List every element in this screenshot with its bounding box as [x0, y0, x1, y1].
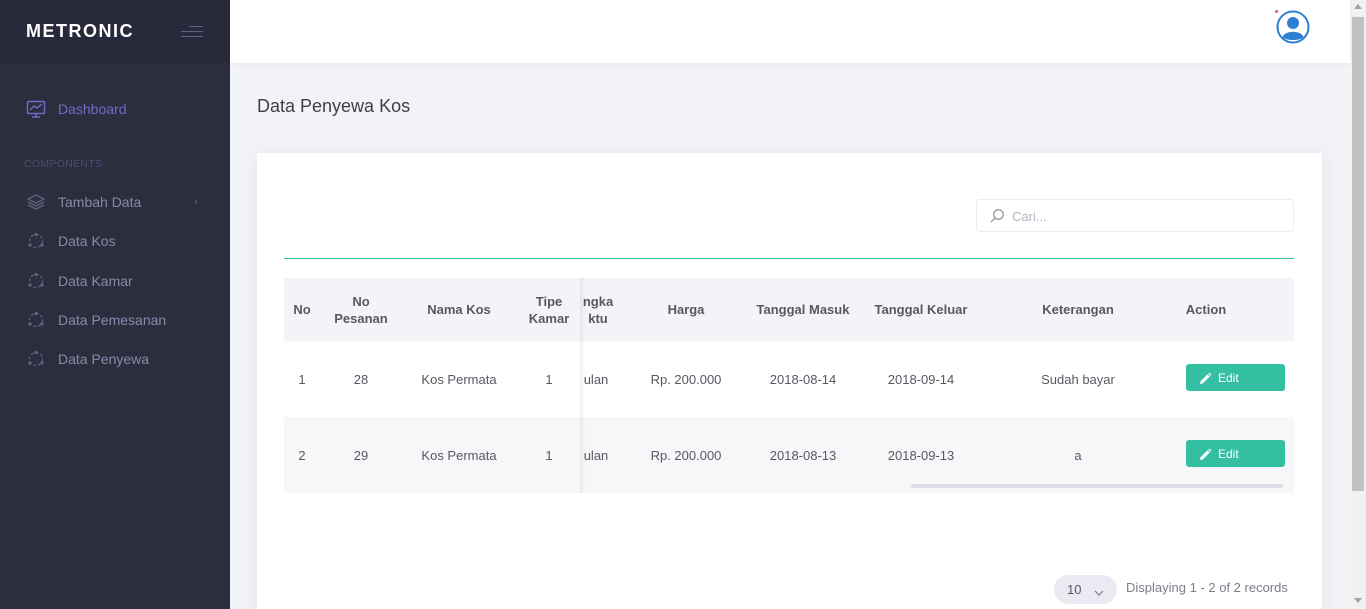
edit-button-label: Edit: [1218, 370, 1239, 385]
search-input[interactable]: [1012, 204, 1282, 228]
chevron-right-icon: ›: [194, 195, 199, 208]
pencil-icon: [1198, 371, 1212, 385]
scroll-up-arrow-icon[interactable]: [1354, 4, 1362, 9]
column-header-nama-kos[interactable]: Nama Kos: [410, 278, 508, 341]
column-header-tanggal-keluar[interactable]: Tanggal Keluar: [866, 278, 976, 341]
cell-tipe-kamar: 1: [545, 447, 553, 463]
top-header: [230, 0, 1350, 63]
pencil-icon: [1198, 447, 1212, 461]
table-row: 1 28 Kos Permata 1 ulan Rp. 200.000 2018…: [284, 341, 1294, 417]
brand-logo[interactable]: METRONIC: [26, 21, 134, 42]
page-size-value: 10: [1067, 582, 1082, 597]
cell-no-pesanan: 29: [353, 447, 369, 463]
sidebar: METRONIC Dashboard COMPONENTS Tambah Dat…: [0, 0, 230, 609]
network-icon: [26, 310, 46, 330]
sidebar-item-tambah-data[interactable]: Tambah Data ›: [0, 186, 230, 218]
cell-keterangan: a: [1074, 447, 1082, 463]
column-header-jangka-waktu[interactable]: ngka ktu: [581, 278, 615, 341]
column-header-tipe-kamar[interactable]: Tipe Kamar: [524, 278, 574, 341]
cell-no: 2: [298, 447, 306, 463]
column-header-harga[interactable]: Harga: [636, 278, 736, 341]
search-icon: [989, 208, 1005, 224]
network-icon: [26, 349, 46, 369]
user-avatar-icon[interactable]: [1276, 10, 1310, 44]
scroll-down-arrow-icon[interactable]: [1354, 598, 1362, 603]
page-scrollbar[interactable]: [1350, 0, 1366, 609]
page-size-select[interactable]: 10: [1054, 575, 1117, 604]
cell-nama-kos: Kos Permata: [421, 371, 497, 387]
data-table: No No Pesanan Nama Kos Tipe Kamar ngka k…: [284, 278, 1294, 493]
column-header-action[interactable]: Action: [1174, 278, 1238, 341]
sidebar-item-label: Data Pemesanan: [58, 312, 167, 328]
sidebar-item-label: Data Penyewa: [58, 351, 150, 367]
cell-keterangan: Sudah bayar: [1041, 371, 1115, 387]
sidebar-item-data-kos[interactable]: Data Kos: [0, 225, 230, 257]
edit-button[interactable]: Edit: [1186, 364, 1285, 391]
cell-nama-kos: Kos Permata: [421, 447, 497, 463]
chart-icon: [26, 99, 46, 119]
network-icon: [26, 231, 46, 251]
sidebar-item-dashboard[interactable]: Dashboard: [0, 93, 230, 125]
edit-button-label: Edit: [1218, 446, 1239, 461]
chevron-down-icon: [1093, 584, 1105, 596]
cell-harga: Rp. 200.000: [650, 371, 722, 387]
scrollbar-thumb[interactable]: [1352, 17, 1364, 491]
sidebar-item-label: Data Kos: [58, 233, 116, 249]
cell-tanggal-keluar: 2018-09-14: [887, 371, 955, 387]
pagination-info: Displaying 1 - 2 of 2 records: [1126, 580, 1288, 595]
sidebar-item-label: Tambah Data: [58, 194, 142, 210]
section-title: COMPONENTS: [24, 158, 103, 170]
sidebar-item-data-penyewa[interactable]: Data Penyewa: [0, 343, 230, 375]
page-title: Data Penyewa Kos: [257, 96, 411, 116]
locked-column-shadow: [580, 278, 586, 493]
edit-button[interactable]: Edit: [1186, 440, 1285, 467]
cell-harga: Rp. 200.000: [650, 447, 722, 463]
table-horizontal-scrollbar[interactable]: [911, 484, 1283, 488]
sidebar-item-label: Dashboard: [58, 101, 127, 117]
sidebar-item-data-kamar[interactable]: Data Kamar: [0, 265, 230, 297]
layers-icon: [26, 192, 46, 212]
hamburger-menu-icon[interactable]: [179, 24, 203, 40]
cell-tanggal-masuk: 2018-08-13: [769, 447, 837, 463]
column-header-no-pesanan[interactable]: No Pesanan: [330, 278, 392, 341]
brand-bar: METRONIC: [0, 0, 230, 63]
cell-tanggal-masuk: 2018-08-14: [769, 371, 837, 387]
column-header-tanggal-masuk[interactable]: Tanggal Masuk: [748, 278, 858, 341]
column-header-keterangan[interactable]: Keterangan: [1018, 278, 1138, 341]
separator-line: [284, 258, 1294, 259]
cell-tipe-kamar: 1: [545, 371, 553, 387]
cell-no: 1: [298, 371, 306, 387]
column-header-no[interactable]: No: [284, 278, 320, 341]
network-icon: [26, 271, 46, 291]
table-row: 2 29 Kos Permata 1 ulan Rp. 200.000 2018…: [284, 417, 1294, 493]
cell-no-pesanan: 28: [353, 371, 369, 387]
search-field[interactable]: [976, 199, 1294, 232]
sidebar-item-data-pemesanan[interactable]: Data Pemesanan: [0, 304, 230, 336]
cell-tanggal-keluar: 2018-09-13: [887, 447, 955, 463]
table-header: No No Pesanan Nama Kos Tipe Kamar ngka k…: [284, 278, 1294, 341]
sidebar-item-label: Data Kamar: [58, 273, 133, 289]
